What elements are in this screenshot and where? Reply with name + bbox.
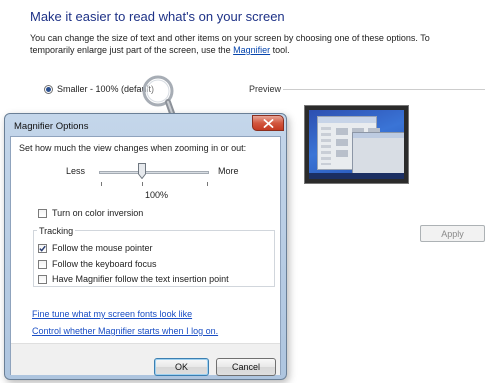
color-inversion-label: Turn on color inversion [52, 208, 144, 218]
dialog-body: Set how much the view changes when zoomi… [10, 136, 281, 376]
magnifier-link[interactable]: Magnifier [233, 45, 270, 55]
radio-selected-dot [46, 86, 51, 92]
radio-button[interactable] [44, 84, 53, 94]
color-inversion-checkbox[interactable] [38, 208, 47, 218]
apply-button[interactable]: Apply [420, 225, 485, 242]
ok-button[interactable]: OK [154, 358, 209, 376]
follow-mouse-checkbox[interactable] [38, 243, 47, 253]
color-inversion-option[interactable]: Turn on color inversion [38, 208, 143, 218]
follow-keyboard-checkbox[interactable] [38, 259, 47, 269]
close-x-icon [263, 118, 273, 128]
follow-text-option[interactable]: Have Magnifier follow the text insertion… [38, 274, 229, 284]
slider-less-label: Less [66, 166, 86, 176]
slider-more-label: More [218, 166, 239, 176]
magnifier-options-dialog: Magnifier Options Set how much the view … [4, 113, 287, 380]
tracking-group-label: Tracking [37, 226, 76, 236]
size-option-smaller[interactable]: Smaller - 100% (default) [44, 84, 154, 94]
slider-tick [101, 182, 102, 186]
follow-mouse-label: Follow the mouse pointer [52, 243, 153, 253]
zoom-value: 100% [145, 190, 169, 200]
follow-mouse-option[interactable]: Follow the mouse pointer [38, 243, 153, 253]
size-option-label: Smaller - 100% (default) [57, 84, 155, 94]
intro-line2-end: tool. [270, 45, 290, 55]
checkmark-icon [39, 245, 46, 252]
intro-line2-start: temporarily enlarge just part of the scr… [30, 45, 234, 55]
fine-tune-fonts-link[interactable]: Fine tune what my screen fonts look like [32, 309, 192, 319]
intro-text: You can change the size of text and othe… [30, 32, 485, 56]
close-button[interactable] [252, 115, 284, 131]
follow-keyboard-option[interactable]: Follow the keyboard focus [38, 259, 157, 269]
follow-text-label: Have Magnifier follow the text insertion… [52, 274, 229, 284]
zoom-caption: Set how much the view changes when zoomi… [19, 143, 247, 153]
cancel-button[interactable]: Cancel [216, 358, 276, 376]
preview-desktop [309, 110, 404, 179]
slider-tick [207, 182, 208, 186]
page-heading: Make it easier to read what's on your sc… [30, 9, 285, 24]
dialog-title: Magnifier Options [14, 121, 89, 132]
follow-text-checkbox[interactable] [38, 274, 47, 284]
preview-window-front [352, 132, 404, 176]
preview-image [304, 105, 409, 184]
preview-taskbar [309, 173, 404, 179]
preview-label: Preview [249, 84, 282, 94]
intro-line1: You can change the size of text and othe… [30, 33, 430, 43]
slider-tick [142, 182, 143, 186]
startup-control-link[interactable]: Control whether Magnifier starts when I … [32, 326, 218, 336]
follow-keyboard-label: Follow the keyboard focus [52, 259, 157, 269]
slider-thumb-icon[interactable] [138, 163, 146, 179]
preview-divider [283, 89, 485, 90]
zoom-slider-track[interactable] [99, 171, 209, 174]
